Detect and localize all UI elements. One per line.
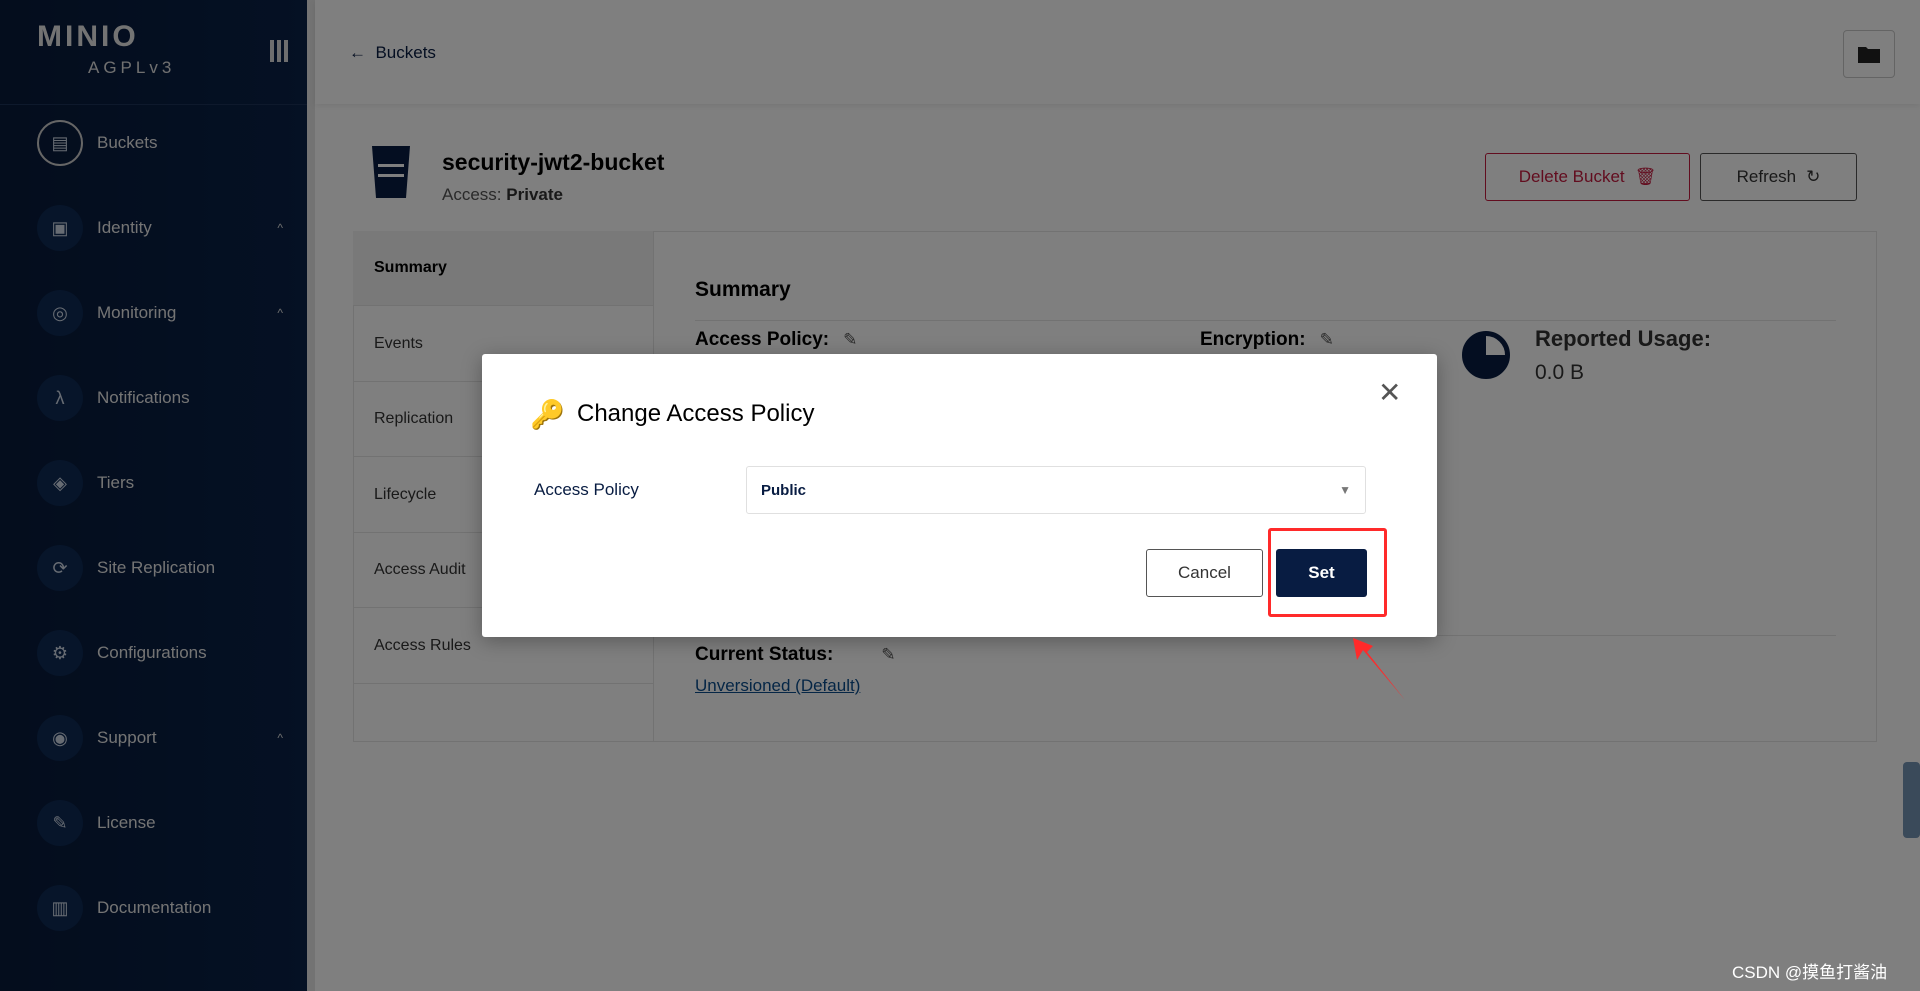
annotation-highlight-box: [1268, 528, 1387, 617]
annotation-arrow: [1353, 638, 1405, 700]
watermark: CSDN @摸鱼打酱油: [1732, 963, 1888, 982]
key-icon: 🔑: [530, 399, 565, 430]
access-policy-field-label: Access Policy: [534, 480, 639, 499]
cancel-button[interactable]: Cancel: [1146, 549, 1263, 597]
access-policy-select[interactable]: Public ▼: [746, 466, 1366, 514]
side-widget[interactable]: [1903, 762, 1920, 838]
chevron-down-icon: ▼: [1339, 483, 1351, 497]
dialog-title: Change Access Policy: [577, 400, 815, 427]
close-icon[interactable]: ✕: [1378, 376, 1401, 409]
